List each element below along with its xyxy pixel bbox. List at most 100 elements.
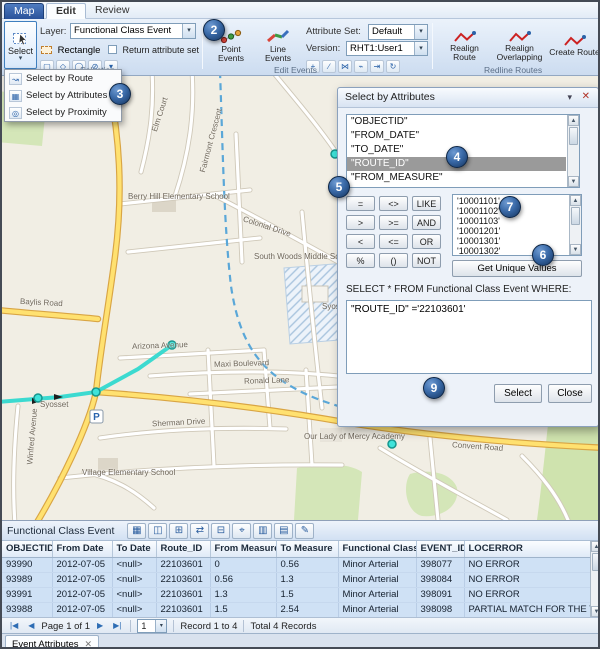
column-header-route-id[interactable]: Route_ID: [156, 541, 210, 557]
tab-close-icon[interactable]: ✕: [85, 637, 93, 649]
table-row[interactable]: 939892012-07-05 <null>22103601 0.561.3 M…: [2, 572, 590, 587]
prev-page-button[interactable]: ◀: [25, 618, 37, 634]
page-number-combo[interactable]: 1 ▾: [137, 619, 167, 633]
operator-button[interactable]: LIKE: [412, 196, 441, 211]
copy-records-icon[interactable]: ▥: [253, 523, 272, 539]
operator-button[interactable]: =: [346, 196, 375, 211]
field-item[interactable]: "FROM_MEASURE": [347, 171, 566, 185]
scroll-down-icon[interactable]: ▼: [568, 176, 579, 187]
column-header-event-id[interactable]: EVENT_ID: [416, 541, 464, 557]
values-scrollbar[interactable]: ▲ ▼: [569, 195, 581, 255]
refresh-events-icon[interactable]: ↻: [386, 60, 400, 73]
menu-select-by-attributes[interactable]: ▦ Select by Attributes: [5, 87, 121, 104]
snap-event-icon[interactable]: ⌁: [354, 60, 368, 73]
tab-review[interactable]: Review: [86, 3, 138, 19]
scrollbar-thumb[interactable]: [571, 207, 580, 225]
field-item[interactable]: "TO_DATE": [347, 143, 566, 157]
select-all-records-icon[interactable]: ⊞: [169, 523, 188, 539]
scrollbar-thumb[interactable]: [569, 127, 578, 145]
column-header-from-measure[interactable]: From Measure: [210, 541, 276, 557]
column-header-objectid[interactable]: OBJECTID: [2, 541, 52, 557]
value-item[interactable]: '10001302': [453, 246, 568, 256]
operator-button[interactable]: OR: [412, 234, 441, 249]
chevron-down-icon: ▾: [182, 24, 195, 38]
value-item[interactable]: '10001301': [453, 236, 568, 246]
select-button[interactable]: Select ▾: [4, 21, 37, 69]
table-row[interactable]: 939912012-07-05 <null>22103601 1.31.5 Mi…: [2, 587, 590, 602]
field-item[interactable]: "FROM_DATE": [347, 129, 566, 143]
query-input[interactable]: "ROUTE_ID" ='22103601': [346, 300, 592, 374]
measure-event-icon[interactable]: ⇥: [370, 60, 384, 73]
realign-route-button[interactable]: Realign Route: [438, 21, 491, 69]
operator-button[interactable]: >: [346, 215, 375, 230]
point-events-button[interactable]: Point Events: [208, 22, 254, 67]
dialog-select-button[interactable]: Select: [494, 384, 542, 403]
zoom-to-selection-icon[interactable]: ⌖: [232, 523, 251, 539]
page-label: Page 1 of 1: [41, 621, 90, 632]
operator-button[interactable]: <=: [379, 234, 408, 249]
split-event-icon[interactable]: ∕: [322, 60, 336, 73]
attribute-window-icon[interactable]: ▤: [274, 523, 293, 539]
column-header-from-date[interactable]: From Date: [52, 541, 112, 557]
tab-event-attributes[interactable]: Event Attributes ✕: [5, 635, 99, 649]
menu-select-by-route[interactable]: ↝ Select by Route: [5, 70, 121, 87]
line-events-button[interactable]: Line Events: [256, 22, 300, 67]
last-page-button[interactable]: ▶|: [110, 618, 124, 634]
get-unique-values-button[interactable]: Get Unique Values: [452, 260, 582, 277]
attribute-set-label: Attribute Set:: [306, 26, 361, 37]
switch-selection-icon[interactable]: ⇄: [190, 523, 209, 539]
field-item[interactable]: "ROUTE_ID": [347, 157, 566, 171]
scroll-up-icon[interactable]: ▲: [568, 115, 579, 126]
column-header-to-date[interactable]: To Date: [112, 541, 156, 557]
create-route-button[interactable]: Create Route: [548, 21, 600, 69]
scroll-down-icon[interactable]: ▼: [570, 244, 581, 255]
first-page-button[interactable]: |◀: [7, 618, 21, 634]
dialog-close-button[interactable]: Close: [548, 384, 592, 403]
operator-button[interactable]: <: [346, 234, 375, 249]
tab-map[interactable]: Map: [4, 3, 44, 19]
chevron-down-icon: ▾: [155, 620, 166, 632]
dialog-close-icon[interactable]: ✕: [582, 91, 590, 102]
value-item[interactable]: '10001103': [453, 216, 568, 226]
scroll-up-icon[interactable]: ▲: [591, 541, 600, 552]
clear-selection-icon[interactable]: ⊟: [211, 523, 230, 539]
operator-button[interactable]: <>: [379, 196, 408, 211]
value-item[interactable]: '10001201': [453, 226, 568, 236]
column-header-to-measure[interactable]: To Measure: [276, 541, 338, 557]
version-combo[interactable]: RHT1:User1 ▾: [346, 41, 428, 56]
table-row[interactable]: 939882012-07-05 <null>22103601 1.52.54 M…: [2, 602, 590, 617]
next-page-button[interactable]: ▶: [94, 618, 106, 634]
scroll-up-icon[interactable]: ▲: [570, 195, 581, 206]
scroll-down-icon[interactable]: ▼: [591, 606, 600, 617]
edit-records-icon[interactable]: ✎: [295, 523, 314, 539]
operator-button[interactable]: AND: [412, 215, 441, 230]
value-item[interactable]: '10001102': [453, 206, 568, 216]
scrollbar-thumb[interactable]: [592, 553, 600, 571]
operator-button[interactable]: %: [346, 253, 375, 268]
dialog-title: Select by Attributes: [345, 91, 435, 103]
dialog-menu-icon[interactable]: ▾: [567, 92, 572, 103]
tab-edit[interactable]: Edit: [46, 3, 86, 19]
field-item[interactable]: "OBJECTID": [347, 115, 566, 129]
table-row[interactable]: 939902012-07-05 <null>22103601 00.56 Min…: [2, 557, 590, 572]
application-window: Map Edit Review Select ▾ Layer: Function…: [0, 0, 600, 649]
table-options-icon[interactable]: ▦: [127, 523, 146, 539]
operator-button[interactable]: >=: [379, 215, 408, 230]
dialog-titlebar[interactable]: Select by Attributes ▾ ✕: [338, 88, 598, 108]
value-item[interactable]: '10001101': [453, 196, 568, 206]
realign-overlapping-button[interactable]: Realign Overlapping: [493, 21, 546, 69]
operator-button[interactable]: (): [379, 253, 408, 268]
column-header-functional-class[interactable]: Functional Class: [338, 541, 416, 557]
attribute-set-combo[interactable]: Default ▾: [368, 24, 428, 40]
return-attribute-set-checkbox[interactable]: Return attribute set: [108, 45, 199, 55]
rectangle-label: Rectangle: [58, 45, 101, 56]
field-list-scrollbar[interactable]: ▲ ▼: [567, 115, 579, 187]
rectangle-tool-button[interactable]: Rectangle: [40, 42, 104, 58]
merge-events-icon[interactable]: ⋈: [338, 60, 352, 73]
related-tables-icon[interactable]: ◫: [148, 523, 167, 539]
layer-combo[interactable]: Functional Class Event ▾: [70, 23, 196, 39]
table-scrollbar[interactable]: ▲ ▼: [590, 541, 600, 617]
menu-select-by-proximity[interactable]: ◎ Select by Proximity: [5, 104, 121, 121]
column-header-locerror[interactable]: LOCERROR: [464, 541, 590, 557]
operator-button[interactable]: NOT: [412, 253, 441, 268]
